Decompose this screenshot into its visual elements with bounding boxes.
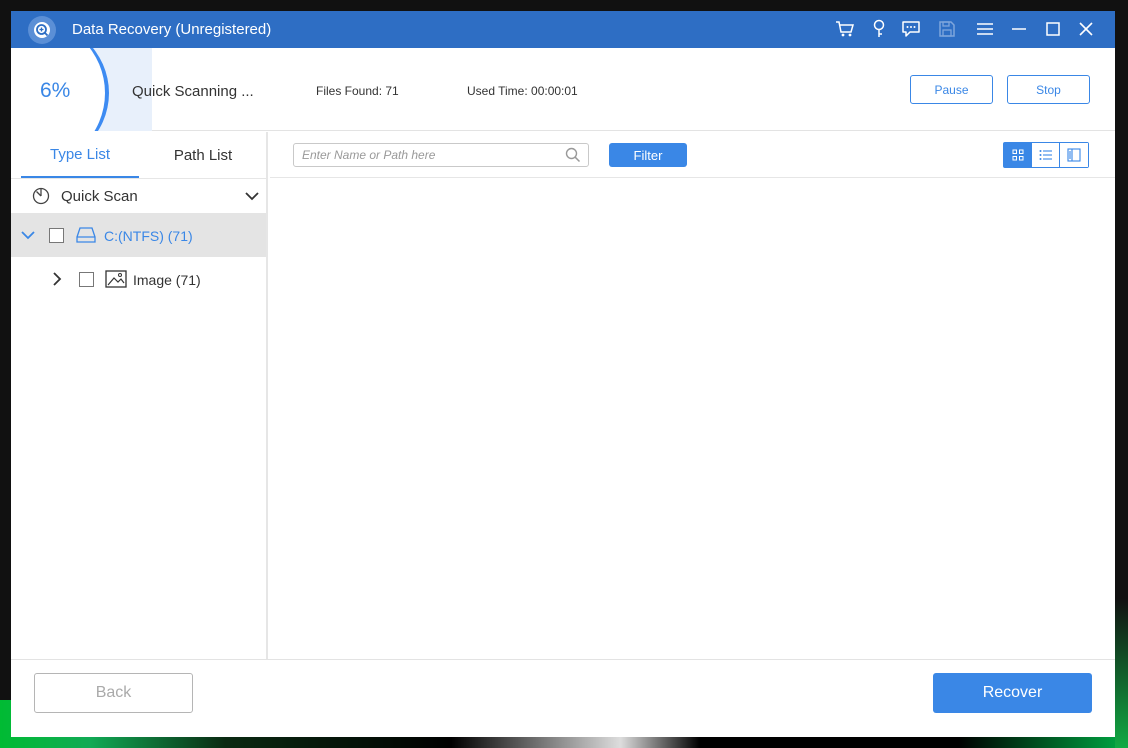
file-toolbar: Filter xyxy=(270,132,1115,178)
close-icon[interactable] xyxy=(1075,18,1097,40)
chevron-down-icon xyxy=(244,189,260,207)
scan-mode-label: Quick Scan xyxy=(61,188,138,205)
filter-button[interactable]: Filter xyxy=(609,143,687,167)
maximize-icon[interactable] xyxy=(1042,18,1064,40)
list-view-icon[interactable] xyxy=(1032,143,1060,167)
scan-status-text: Quick Scanning ... xyxy=(132,83,254,100)
menu-icon[interactable] xyxy=(974,18,996,40)
scan-mode-dropdown[interactable]: Quick Scan xyxy=(11,179,266,213)
app-window: Data Recovery (Unregistered) 6% Quick Sc… xyxy=(11,11,1115,737)
file-browser-panel: Filter xyxy=(270,132,1115,659)
tree-item-image[interactable]: Image (71) xyxy=(11,257,266,301)
image-checkbox[interactable] xyxy=(79,272,94,287)
progress-percent: 6% xyxy=(40,79,71,102)
drive-checkbox[interactable] xyxy=(49,228,64,243)
title-bar: Data Recovery (Unregistered) xyxy=(11,11,1115,48)
recover-button[interactable]: Recover xyxy=(933,673,1092,713)
pause-button[interactable]: Pause xyxy=(910,75,993,104)
minimize-icon[interactable] xyxy=(1008,18,1030,40)
drive-label: C:(NTFS) (71) xyxy=(104,228,193,244)
cart-icon[interactable] xyxy=(834,18,856,40)
app-logo-icon xyxy=(28,16,56,44)
search-input[interactable] xyxy=(302,147,552,163)
stop-button[interactable]: Stop xyxy=(1007,75,1090,104)
search-icon[interactable] xyxy=(565,147,581,168)
sidebar: Type List Path List Quick Scan C:(NTFS) … xyxy=(11,132,268,659)
tab-path-list[interactable]: Path List xyxy=(144,132,262,178)
desktop-background-edge xyxy=(1115,0,1128,748)
key-icon[interactable] xyxy=(868,18,890,40)
chevron-right-icon[interactable] xyxy=(51,271,63,292)
file-list-area xyxy=(270,179,1115,659)
feedback-icon[interactable] xyxy=(900,18,922,40)
used-time: Used Time: 00:00:01 xyxy=(467,84,578,98)
tree-item-drive[interactable]: C:(NTFS) (71) xyxy=(11,213,266,257)
tab-type-list[interactable]: Type List xyxy=(21,132,139,178)
footer-bar: Back Recover xyxy=(11,659,1115,737)
scan-progress-indicator: 6% xyxy=(11,48,152,131)
image-icon xyxy=(105,270,127,293)
preview-view-icon[interactable] xyxy=(1060,143,1088,167)
files-found-count: Files Found: 71 xyxy=(316,84,399,98)
chevron-down-icon[interactable] xyxy=(20,228,36,246)
grid-view-icon[interactable] xyxy=(1004,143,1032,167)
hard-drive-icon xyxy=(76,226,96,249)
window-title: Data Recovery (Unregistered) xyxy=(72,21,272,38)
view-mode-switcher xyxy=(1003,142,1089,168)
save-icon[interactable] xyxy=(936,18,958,40)
search-box[interactable] xyxy=(293,143,589,167)
scan-status-bar: 6% Quick Scanning ... Files Found: 71 Us… xyxy=(11,48,1115,131)
image-category-label: Image (71) xyxy=(133,272,201,288)
back-button[interactable]: Back xyxy=(34,673,193,713)
scan-clock-icon xyxy=(32,187,50,210)
